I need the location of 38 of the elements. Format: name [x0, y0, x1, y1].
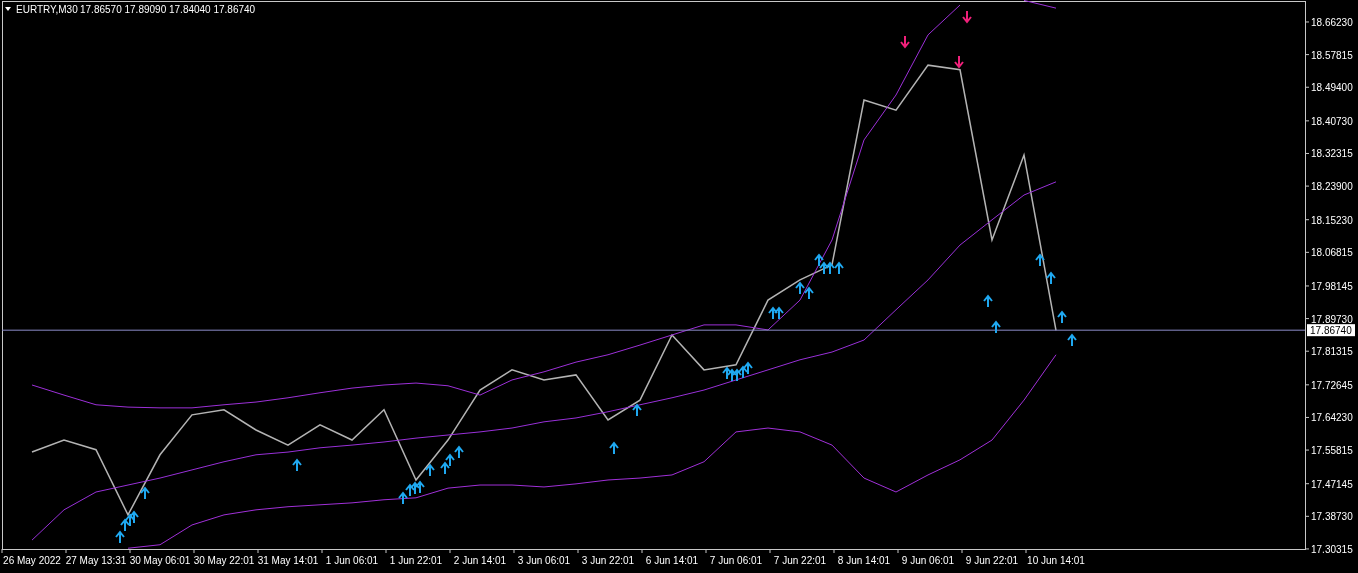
time-axis-label: 31 May 14:01: [257, 555, 319, 566]
current-price-tag: 17.86740: [1307, 324, 1355, 337]
chart-ohlc-values: 17.86570 17.89090 17.84040 17.86740: [80, 4, 256, 15]
time-axis-label: 1 Jun 06:01: [325, 555, 379, 566]
price-axis-label: 17.89730: [1311, 313, 1353, 325]
price-axis-label: 18.40730: [1311, 115, 1353, 127]
time-axis-label: 2 Jun 14:01: [453, 555, 507, 566]
time-axis-label: 30 May 06:01: [129, 555, 191, 566]
time-axis-label: 10 Jun 14:01: [1027, 555, 1085, 566]
price-axis-label: 17.72645: [1311, 379, 1353, 391]
price-axis-label: 18.57815: [1311, 49, 1353, 61]
price-axis-label: 18.15230: [1311, 214, 1353, 226]
time-axis-label: 8 Jun 14:01: [837, 555, 891, 566]
chart-symbol: EURTRY,M30: [16, 4, 78, 15]
price-axis-label: 17.64230: [1311, 412, 1353, 424]
time-axis-label: 7 Jun 06:01: [709, 555, 763, 566]
price-axis-label: 17.47145: [1311, 478, 1353, 490]
time-axis-label: 6 Jun 14:01: [645, 555, 699, 566]
time-axis-label: 9 Jun 22:01: [965, 555, 1019, 566]
price-axis-label: 18.06815: [1311, 247, 1353, 259]
price-axis-label: 17.81315: [1311, 346, 1353, 358]
time-axis-label: 27 May 13:31: [65, 555, 127, 566]
time-axis-label: 9 Jun 06:01: [901, 555, 955, 566]
time-axis-label: 30 May 22:01: [193, 555, 255, 566]
price-axis-label: 17.98145: [1311, 280, 1353, 292]
time-axis-label: 7 Jun 22:01: [773, 555, 827, 566]
price-axis-label: 18.23900: [1311, 181, 1353, 193]
time-axis-label: 3 Jun 06:01: [517, 555, 571, 566]
dropdown-triangle-icon[interactable]: [5, 7, 11, 11]
price-axis-label: 18.49400: [1311, 82, 1353, 94]
price-axis-label: 17.30315: [1311, 543, 1353, 555]
time-axis-label: 1 Jun 22:01: [389, 555, 443, 566]
price-axis-label: 18.66230: [1311, 17, 1353, 28]
time-axis-label: 3 Jun 22:01: [581, 555, 635, 566]
price-axis-label: 17.38730: [1311, 511, 1353, 523]
time-axis-label: 26 May 2022: [3, 555, 61, 566]
price-axis-label: 18.32315: [1311, 148, 1353, 160]
price-axis-label: 17.55815: [1311, 445, 1353, 457]
